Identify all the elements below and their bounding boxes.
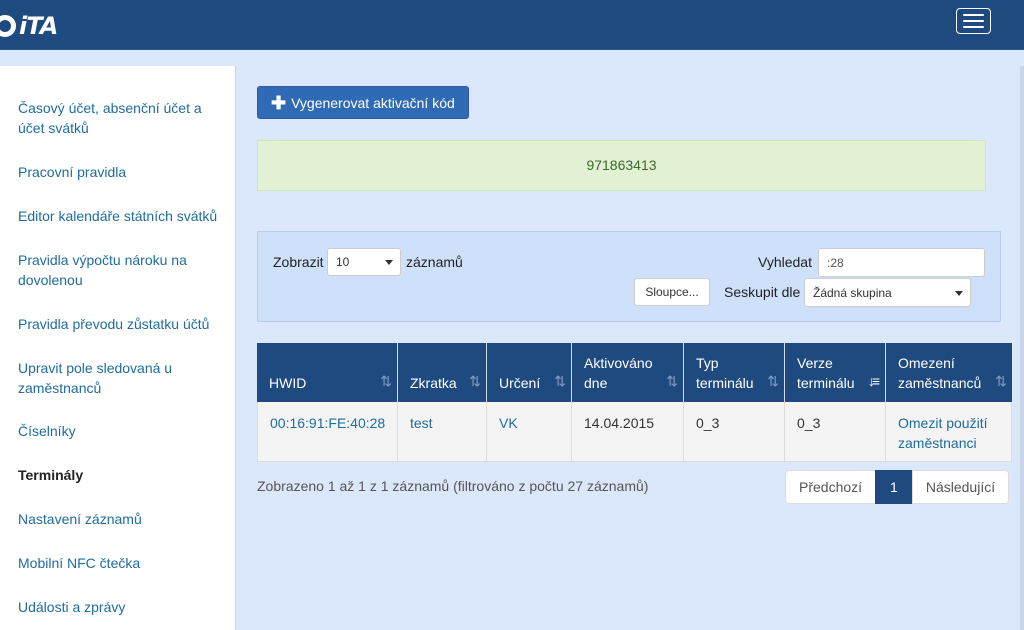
main-content: ✚ Vygenerovat aktivační kód 971863413 Zo… [237, 66, 1024, 630]
records-label: záznamů [406, 254, 463, 270]
cell-abbreviation[interactable]: test [398, 402, 487, 461]
table-header: HWID ⇅ Zkratka ⇅ Určení ⇅ Aktivováno dne… [257, 343, 1012, 402]
sidebar-item-holiday-calendar[interactable]: Editor kalendáře státních svátků [18, 206, 228, 226]
sort-icon: ⇅ [554, 373, 566, 389]
sidebar-item-balance-transfer[interactable]: Pravidla převodu zůstatku účtů [18, 314, 228, 334]
table-row[interactable]: 00:16:91:FE:40:28 test VK 14.04.2015 0_3… [257, 402, 1012, 462]
search-input[interactable]: :28 [818, 248, 985, 277]
group-by-value: Žádná skupina [813, 285, 892, 300]
column-header-terminal-type[interactable]: Typ terminálu ⇅ [684, 343, 785, 402]
sidebar-item-time-accounts[interactable]: Časový účet, absenční účet a účet svátků [18, 98, 228, 138]
plus-icon: ✚ [271, 92, 287, 113]
sidebar-item-vacation-rules[interactable]: Pravidla výpočtu nároku na dovolenou [18, 250, 228, 290]
previous-page-button[interactable]: Předchozí [785, 470, 877, 504]
column-header-activated[interactable]: Aktivováno dne ⇅ [572, 343, 684, 402]
sidebar-item-terminals[interactable]: Terminály [18, 465, 228, 485]
sidebar: Časový účet, absenční účet a účet svátků… [0, 66, 236, 630]
page-size-value: 10 [336, 255, 350, 269]
chevron-down-icon [955, 290, 963, 296]
next-page-button[interactable]: Následující [911, 470, 1010, 504]
table-info: Zobrazeno 1 až 1 z 1 záznamů (filtrováno… [257, 478, 649, 494]
sort-ascending-icon: ↓≡ [867, 373, 880, 389]
column-header-terminal-version[interactable]: Verze terminálu ↓≡ [785, 343, 886, 402]
column-header-employee-restriction[interactable]: Omezení zaměstnanců ⇅ [886, 343, 1012, 402]
sidebar-item-events[interactable]: Události a zprávy [18, 597, 228, 617]
sidebar-item-codelists[interactable]: Číselníky [18, 421, 228, 441]
chevron-down-icon [385, 260, 393, 265]
generate-activation-code-button[interactable]: ✚ Vygenerovat aktivační kód [257, 86, 469, 119]
sort-icon: ⇅ [469, 373, 481, 389]
page-size-select[interactable]: 10 [327, 248, 401, 276]
cell-text: 0_3 [696, 415, 720, 431]
cell-hwid[interactable]: 00:16:91:FE:40:28 [258, 402, 398, 461]
activation-code-alert: 971863413 [257, 140, 986, 191]
cell-employee-restriction[interactable]: Omezit použití zaměstnanci [886, 402, 1011, 461]
generate-button-label: Vygenerovat aktivační kód [291, 94, 455, 111]
sort-icon: ⇅ [666, 373, 678, 389]
column-header-label: HWID [269, 375, 307, 391]
header-stripe [0, 50, 1024, 66]
top-navbar: iTA [0, 0, 1024, 50]
hamburger-bar [963, 20, 984, 22]
cell-terminal-version: 0_3 [785, 402, 886, 461]
cell-text: VK [499, 415, 518, 431]
search-label: Vyhledat [758, 254, 812, 270]
ita-logo[interactable]: iTA [0, 12, 58, 40]
logo-text: iTA [19, 12, 58, 40]
columns-button-label: Sloupce... [645, 285, 699, 299]
cell-text: test [410, 415, 433, 431]
cell-terminal-type: 0_3 [684, 402, 785, 461]
group-by-select[interactable]: Žádná skupina [804, 278, 971, 307]
hamburger-bar [963, 26, 984, 28]
columns-button[interactable]: Sloupce... [634, 278, 710, 306]
column-header-label: Zkratka [410, 375, 457, 391]
logo-ring-icon [0, 15, 16, 37]
restrict-employees-link[interactable]: Omezit použití zaměstnanci [898, 413, 1003, 453]
sidebar-item-tracked-fields[interactable]: Upravit pole sledovaná u zaměstnanců [18, 358, 228, 398]
column-header-label: Verze terminálu [797, 355, 855, 391]
activation-code: 971863413 [586, 157, 657, 173]
sidebar-item-nfc-reader[interactable]: Mobilní NFC čtečka [18, 553, 228, 573]
column-header-label: Omezení zaměstnanců [898, 355, 982, 391]
cell-text: 14.04.2015 [584, 415, 655, 431]
column-header-label: Typ terminálu [696, 355, 754, 391]
sort-icon: ⇅ [995, 373, 1007, 389]
sort-icon: ⇅ [767, 373, 779, 389]
sidebar-item-work-rules[interactable]: Pracovní pravidla [18, 162, 228, 182]
current-page-button[interactable]: 1 [875, 470, 913, 504]
pagination: Předchozí 1 Následující [785, 470, 1010, 504]
scrollbar-track[interactable] [1020, 66, 1024, 630]
table-filter-panel: Zobrazit 10 záznamů Vyhledat :28 Sloupce… [257, 231, 1001, 322]
cell-purpose[interactable]: VK [487, 402, 572, 461]
cell-text: 00:16:91:FE:40:28 [270, 415, 386, 431]
column-header-purpose[interactable]: Určení ⇅ [487, 343, 572, 402]
column-header-label: Aktivováno dne [584, 355, 653, 391]
cell-text: 0_3 [797, 415, 821, 431]
search-input-value: :28 [827, 255, 844, 270]
sort-icon: ⇅ [380, 373, 392, 389]
cell-activated: 14.04.2015 [572, 402, 684, 461]
column-header-label: Určení [499, 375, 541, 391]
show-label: Zobrazit [273, 254, 324, 270]
group-by-label: Seskupit dle [724, 284, 801, 300]
sidebar-item-record-settings[interactable]: Nastavení záznamů [18, 509, 228, 529]
column-header-hwid[interactable]: HWID ⇅ [257, 343, 398, 402]
hamburger-icon[interactable] [956, 8, 991, 34]
column-header-abbreviation[interactable]: Zkratka ⇅ [398, 343, 487, 402]
hamburger-bar [963, 14, 984, 16]
